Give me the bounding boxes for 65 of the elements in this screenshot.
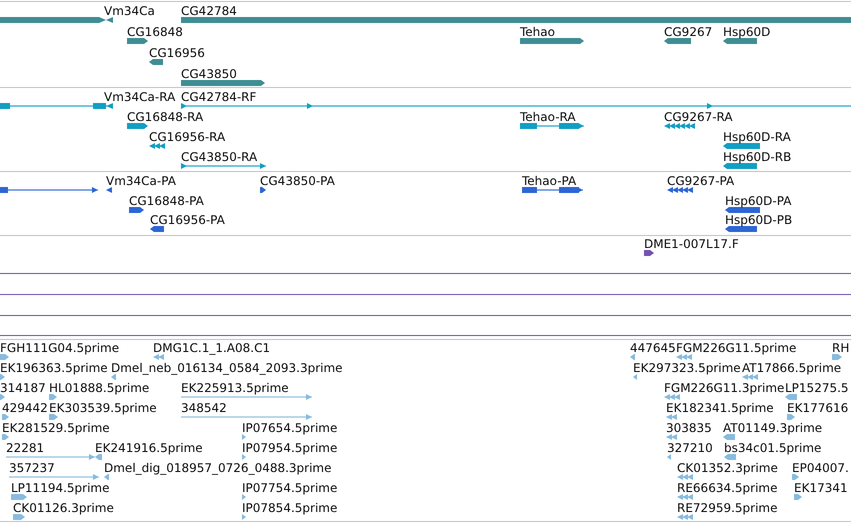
- feature-label: Tehao-RA: [520, 110, 576, 124]
- feature-label: IP07654.5prime: [242, 421, 338, 435]
- feature-label: CG42784: [181, 4, 237, 18]
- feature-label: Hsp60D-PB: [725, 213, 792, 227]
- feature-label: FGM226G11.3prime: [664, 381, 784, 395]
- feature-label: 314187: [0, 381, 46, 395]
- feature-label: CG43850-RA: [181, 150, 258, 164]
- feature-label: 327210: [667, 441, 713, 455]
- feature-label: CK01126.3prime: [13, 501, 114, 515]
- feature-label: 429442: [2, 401, 48, 415]
- feature-label: IP07754.5prime: [242, 481, 338, 495]
- feature-label: EK281529.5prime: [2, 421, 110, 435]
- feature-label: CG9267: [664, 25, 712, 39]
- feature-label: CG16956-PA: [150, 213, 225, 227]
- feature-label: RE66634.5prime: [677, 481, 778, 495]
- feature-label: LP11194.5prime: [11, 481, 110, 495]
- feature-label: 447645: [630, 341, 676, 355]
- feature-label: EK225913.5prime: [181, 381, 289, 395]
- feature-label: Dmel_dig_018957_0726_0488.3prime: [104, 461, 332, 475]
- feature-label: CG9267-RA: [664, 110, 733, 124]
- feature-label: EK241916.5prime: [95, 441, 203, 455]
- feature-label: EK177616: [787, 401, 848, 415]
- feature-label: CG16848-RA: [127, 110, 204, 124]
- feature-label: FGH111G04.5prime: [0, 341, 120, 355]
- feature-label: Hsp60D-PA: [725, 194, 792, 208]
- feature-label: LP15275.5: [785, 381, 849, 395]
- feature-label: Vm34Ca-RA: [104, 90, 176, 104]
- feature-label: EP04007.: [792, 461, 849, 475]
- feature-label: EK297323.5prime: [633, 361, 741, 375]
- feature-label: bs34c01.5prime: [724, 441, 822, 455]
- feature-label: 303835: [666, 421, 712, 435]
- feature-label: EK182341.5prime: [666, 401, 774, 415]
- feature-label: AT17866.5prime: [742, 361, 842, 375]
- feature-label: Hsp60D: [723, 25, 770, 39]
- feature-label: Hsp60D-RB: [723, 150, 792, 164]
- feature-label: Tehao: [520, 25, 555, 39]
- feature-label: RE72959.5prime: [677, 501, 778, 515]
- feature-label: Dmel_neb_016134_0584_2093.3prime: [111, 361, 343, 375]
- feature-label: DME1-007L17.F: [644, 237, 739, 251]
- feature-label: RH: [832, 341, 850, 355]
- feature-label: Hsp60D-RA: [723, 130, 791, 144]
- feature-label: EK17341: [794, 481, 848, 495]
- feature-label: DMG1C.1_1.A08.C1: [153, 341, 270, 355]
- feature-label: 22281: [6, 441, 44, 455]
- feature-label: 348542: [181, 401, 227, 415]
- feature-label: HL01888.5prime: [49, 381, 150, 395]
- feature-label: CG16848-PA: [129, 194, 204, 208]
- feature-label: Tehao-PA: [522, 174, 576, 188]
- feature-label: Vm34Ca-PA: [106, 174, 176, 188]
- feature-label: CG43850: [181, 67, 237, 81]
- feature-label: EK196363.5prime: [0, 361, 108, 375]
- feature-label: IP07954.5prime: [242, 441, 338, 455]
- feature-label: CG43850-PA: [260, 174, 335, 188]
- feature-label: CG16956-RA: [149, 130, 226, 144]
- feature-label: EK303539.5prime: [49, 401, 157, 415]
- feature-label: IP07854.5prime: [242, 501, 338, 515]
- feature-label: CK01352.3prime: [677, 461, 778, 475]
- feature-label: CG9267-PA: [667, 174, 734, 188]
- feature-label: FGM226G11.5prime: [676, 341, 796, 355]
- feature-label: 357237: [9, 461, 55, 475]
- feature-label: Vm34Ca: [104, 4, 155, 18]
- feature-label: CG16956: [149, 46, 205, 60]
- feature-label: CG42784-RF: [181, 90, 256, 104]
- feature-label: AT01149.3prime: [723, 421, 822, 435]
- feature-label: CG16848: [127, 25, 183, 39]
